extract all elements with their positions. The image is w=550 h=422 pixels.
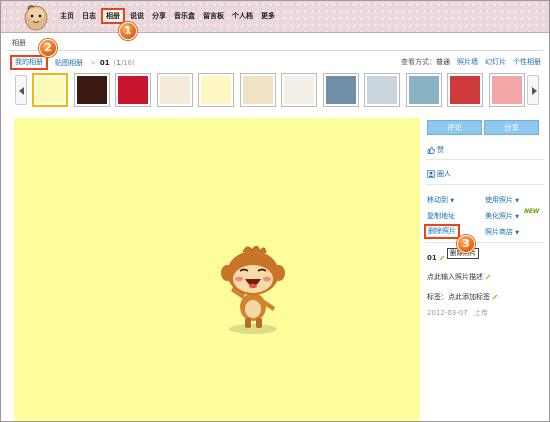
view-mode-photo-wall[interactable]: 照片墙 <box>457 57 478 67</box>
photo-name[interactable]: 01 <box>427 254 445 262</box>
top-bar: 主页 日志 相册 说说 分享 音乐盒 留言板 个人档 更多 <box>1 1 549 33</box>
couple-thumb[interactable] <box>406 73 442 107</box>
pencil-icon <box>485 274 491 280</box>
monkey-cartoon-image <box>221 245 285 334</box>
cream-thumb[interactable] <box>157 73 193 107</box>
use-photo-menu[interactable]: 使用照片 ▼ <box>485 195 519 205</box>
delete-photo-link[interactable]: 删除照片 <box>424 224 460 239</box>
view-mode-custom-album[interactable]: 个性相册 <box>513 57 541 67</box>
pink-pattern-thumb[interactable] <box>489 73 525 107</box>
dropdown-arrow-icon: ▼ <box>515 214 520 220</box>
nav-message-board[interactable]: 留言板 <box>199 8 228 24</box>
pencil-icon <box>492 294 498 300</box>
share-button[interactable]: 分享 <box>484 120 539 135</box>
egg-avatar-logo[interactable] <box>21 3 51 31</box>
dropdown-arrow-icon: ▼ <box>515 230 520 236</box>
monkey-thumb[interactable] <box>32 73 68 107</box>
nav-home[interactable]: 主页 <box>56 8 78 24</box>
dark-thumb[interactable] <box>74 73 110 107</box>
text-thumb[interactable] <box>281 73 317 107</box>
pencil-icon <box>439 255 445 261</box>
main-photo[interactable] <box>14 118 420 421</box>
person-tag-icon <box>427 170 435 178</box>
prev-arrow-icon[interactable] <box>15 75 27 105</box>
circle-people-button[interactable]: 圈人 <box>427 169 451 179</box>
copy-address-link[interactable]: 复制地址 <box>427 211 455 221</box>
beautify-photo-menu[interactable]: 美化照片 ▼ <box>485 211 519 221</box>
nav-more[interactable]: 更多 <box>257 8 279 24</box>
heart-thumb[interactable] <box>115 73 151 107</box>
step-marker-1: 1 <box>119 22 137 40</box>
nav-music-box[interactable]: 音乐盒 <box>170 8 199 24</box>
divider <box>426 159 544 160</box>
divider <box>7 50 543 51</box>
view-modes: 查看方式： 普通 照片墙 幻灯片 个性相册 <box>401 57 541 67</box>
main-nav: 主页 日志 相册 说说 分享 音乐盒 留言板 个人档 更多 <box>56 8 279 24</box>
like-button[interactable]: 赞 <box>427 145 444 155</box>
photo-count: (1/16) <box>113 58 135 67</box>
like-label: 赞 <box>437 146 444 154</box>
thumbs-up-icon <box>427 146 435 154</box>
breadcrumb: 我的相册 贴图相册 > 01 (1/16) <box>10 55 135 70</box>
new-badge: NEW <box>524 208 540 215</box>
next-arrow-icon[interactable] <box>527 75 539 105</box>
thumbnail-strip <box>14 73 539 109</box>
photo-description[interactable]: 点此输入照片描述 <box>427 272 491 282</box>
circle-people-label: 圈人 <box>437 170 451 178</box>
nav-share[interactable]: 分享 <box>148 8 170 24</box>
people-thumb[interactable] <box>323 73 359 107</box>
view-mode-current: 普通 <box>436 58 450 66</box>
section-title: 相册 <box>12 39 26 47</box>
app-window: 主页 日志 相册 说说 分享 音乐盒 留言板 个人档 更多 1 相册 我的相册 … <box>0 0 550 422</box>
breadcrumb-separator: > <box>90 58 96 67</box>
comment-button[interactable]: 评论 <box>427 120 482 135</box>
nav-profile[interactable]: 个人档 <box>228 8 257 24</box>
bird-thumb[interactable] <box>364 73 400 107</box>
divider <box>426 184 544 185</box>
dropdown-arrow-icon: ▼ <box>515 198 520 204</box>
photo-tags[interactable]: 标签：点此添加标签 <box>427 292 498 302</box>
cartoon-thumb[interactable] <box>198 73 234 107</box>
step-marker-2: 2 <box>39 39 57 57</box>
move-to-menu[interactable]: 移动到 ▼ <box>427 195 454 205</box>
view-mode-slideshow[interactable]: 幻灯片 <box>485 57 506 67</box>
sticker-album-link[interactable]: 贴图相册 <box>55 58 83 68</box>
step-marker-3: 3 <box>457 235 475 253</box>
nav-blog[interactable]: 日志 <box>78 8 100 24</box>
upload-info: 2012-03-07 上传 <box>427 309 488 317</box>
beige-thumb[interactable] <box>240 73 276 107</box>
divider <box>426 242 544 243</box>
album-number: 01 <box>99 58 110 67</box>
view-mode-label: 查看方式： <box>401 58 436 66</box>
side-panel: 评论 分享 赞 圈人 移动到 ▼ 使用照片 ▼ 复制地址 美化照片 ▼ NEW … <box>421 118 549 421</box>
dropdown-arrow-icon: ▼ <box>450 198 455 204</box>
my-album-link[interactable]: 我的相册 <box>10 55 48 70</box>
nav-album[interactable]: 相册 <box>101 8 125 24</box>
photo-shop-menu[interactable]: 照片商店 ▼ <box>485 227 519 237</box>
red-pattern-thumb[interactable] <box>447 73 483 107</box>
